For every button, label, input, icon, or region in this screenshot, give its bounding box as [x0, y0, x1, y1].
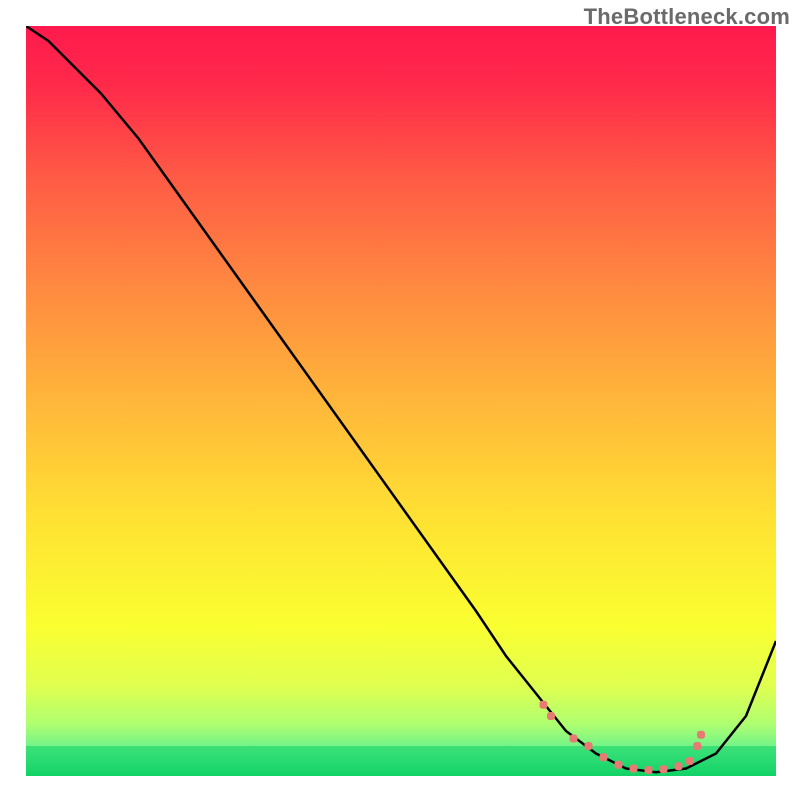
- plot-area: [26, 26, 776, 776]
- optimal-marker: [686, 757, 694, 765]
- optimal-marker: [615, 761, 623, 769]
- optimal-marker: [585, 742, 593, 750]
- optimal-marker: [630, 765, 638, 773]
- chart-container: TheBottleneck.com: [0, 0, 800, 800]
- optimal-marker: [660, 765, 668, 773]
- optimal-marker: [547, 712, 555, 720]
- optimal-marker: [540, 701, 548, 709]
- optimal-marker: [693, 742, 701, 750]
- optimal-marker: [675, 762, 683, 770]
- optimal-marker: [697, 731, 705, 739]
- chart-svg: [26, 26, 776, 776]
- optimal-marker: [645, 766, 653, 774]
- optimal-marker: [600, 753, 608, 761]
- watermark-text: TheBottleneck.com: [584, 4, 790, 30]
- optimal-marker: [570, 735, 578, 743]
